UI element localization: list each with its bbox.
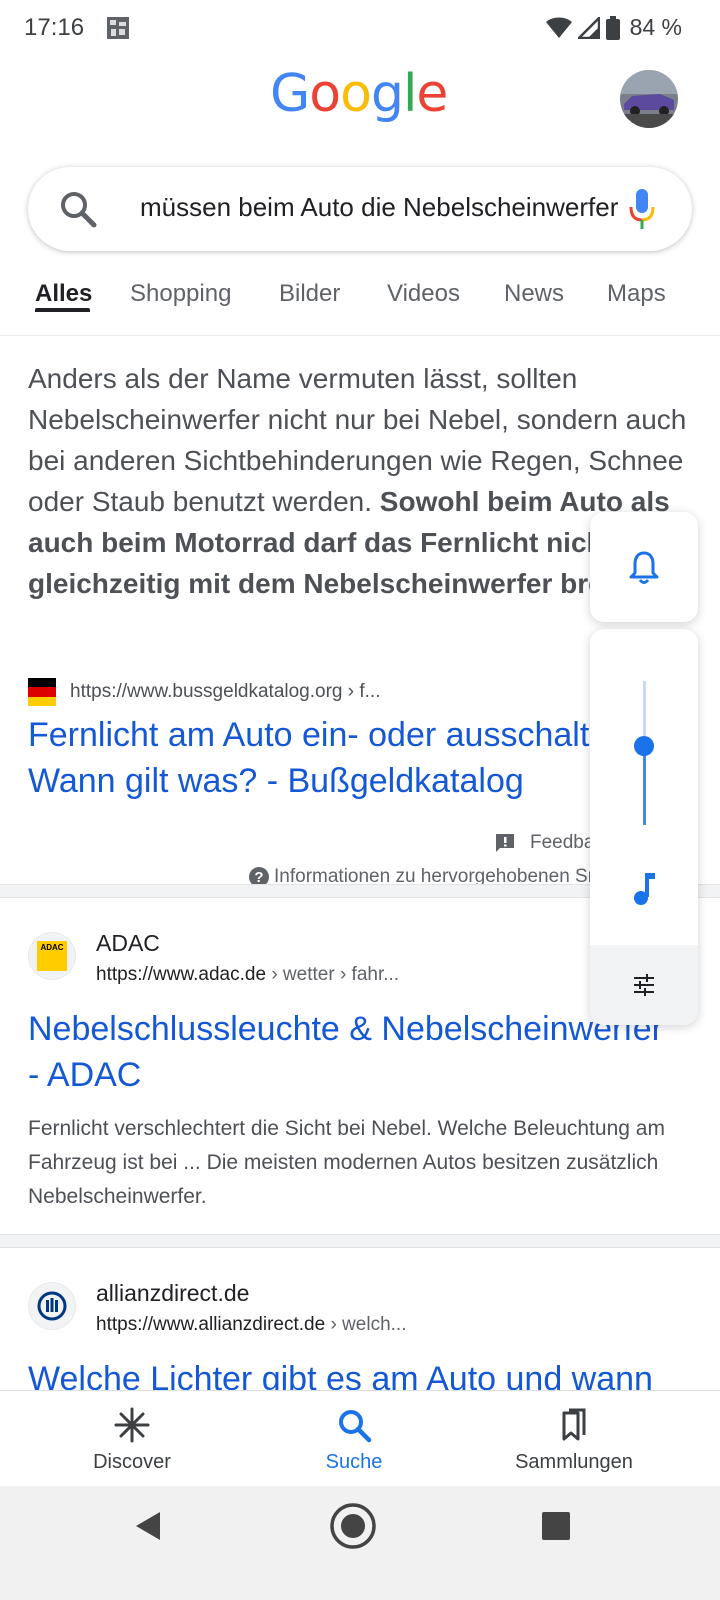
tab-videos[interactable]: Videos	[387, 280, 460, 308]
ringer-mode-button[interactable]	[590, 512, 698, 622]
search-input[interactable]: müssen beim Auto die Nebelscheinwerfer	[140, 192, 618, 223]
nav-suche[interactable]: Suche	[254, 1391, 454, 1487]
status-time: 17:16	[24, 14, 85, 41]
status-icons: 84 %	[545, 14, 682, 41]
status-bar: 17:16 84 %	[0, 0, 720, 56]
collections-icon	[562, 1408, 586, 1441]
result-url-base: https://www.allianzdirect.de	[96, 1314, 326, 1335]
volume-panel	[590, 629, 698, 1025]
nav-discover-label: Discover	[93, 1451, 171, 1473]
nav-discover[interactable]: Discover	[32, 1391, 232, 1487]
google-logo[interactable]: Google	[270, 64, 448, 124]
result-url-crumbs: › wetter › fahr...	[266, 964, 400, 985]
notification-icon	[107, 17, 129, 39]
result-title-line2[interactable]: - ADAC	[28, 1052, 708, 1098]
signal-icon	[577, 16, 600, 39]
snippet-source[interactable]: https://www.bussgeldkatalog.org › f...	[28, 678, 381, 706]
wifi-icon	[545, 17, 572, 38]
result-url[interactable]: https://www.adac.de › wetter › fahr...	[96, 964, 399, 986]
result-url-crumbs: › welch...	[325, 1314, 407, 1335]
feedback-icon	[496, 834, 514, 852]
tab-maps[interactable]: Maps	[607, 280, 666, 308]
tab-alles[interactable]: Alles	[35, 280, 92, 308]
equalizer-settings-icon	[634, 974, 654, 996]
tab-shopping[interactable]: Shopping	[130, 280, 231, 308]
nav-sammlungen[interactable]: Sammlungen	[474, 1391, 674, 1487]
search-tabs: Alles Shopping Bilder Videos News Maps	[0, 262, 720, 336]
search-icon[interactable]	[58, 189, 98, 229]
result-description: Fernlicht verschlechtert die Sicht bei N…	[28, 1117, 665, 1208]
home-icon[interactable]	[329, 1502, 377, 1550]
adac-favicon-text: ADAC	[40, 943, 64, 952]
recents-icon[interactable]	[542, 1512, 570, 1540]
section-divider	[0, 1234, 720, 1248]
nav-suche-label: Suche	[325, 1451, 383, 1473]
volume-slider-thumb[interactable]	[634, 735, 654, 756]
tab-news[interactable]: News	[504, 280, 564, 308]
avatar[interactable]	[620, 70, 678, 128]
allianz-logo-icon	[37, 1291, 67, 1321]
result-site-name[interactable]: allianzdirect.de	[96, 1280, 249, 1307]
result-title-link[interactable]: Welche Lichter gibt es am Auto und wann	[28, 1356, 708, 1390]
snippet-source-url: https://www.bussgeldkatalog.org › f...	[70, 681, 381, 702]
logo-letter: e	[416, 64, 448, 124]
battery-percent: 84 %	[629, 14, 682, 40]
bell-icon	[629, 551, 659, 584]
active-tab-indicator	[35, 308, 90, 312]
result-url-base: https://www.adac.de	[96, 964, 267, 985]
german-flag-icon	[28, 678, 56, 706]
search-box[interactable]: müssen beim Auto die Nebelscheinwerfer	[28, 167, 692, 251]
volume-slider-fill	[643, 745, 646, 825]
result-title-line1[interactable]: Welche Lichter gibt es am Auto und wann	[28, 1356, 708, 1390]
bottom-navigation: Discover Suche Sammlungen	[0, 1390, 720, 1486]
result-url[interactable]: https://www.allianzdirect.de › welch...	[96, 1314, 406, 1336]
logo-letter: l	[402, 64, 417, 124]
allianz-favicon	[28, 1282, 76, 1330]
music-note-icon[interactable]	[630, 871, 660, 907]
adac-favicon: ADAC	[28, 932, 76, 980]
battery-icon	[605, 15, 620, 40]
tab-bilder[interactable]: Bilder	[279, 280, 340, 308]
logo-letter: o	[340, 64, 372, 124]
nav-sammlungen-label: Sammlungen	[515, 1451, 633, 1473]
result-site-name[interactable]: ADAC	[96, 930, 160, 957]
asterisk-icon	[114, 1407, 150, 1443]
logo-letter: o	[309, 64, 341, 124]
mic-icon[interactable]	[628, 187, 656, 231]
logo-letter: G	[270, 64, 310, 124]
profile-avatar-icon	[620, 70, 678, 128]
system-navigation-bar	[0, 1486, 720, 1600]
search-icon	[339, 1410, 372, 1443]
logo-letter: g	[370, 64, 404, 124]
volume-settings-button[interactable]	[590, 945, 698, 1025]
back-icon[interactable]	[134, 1510, 164, 1542]
